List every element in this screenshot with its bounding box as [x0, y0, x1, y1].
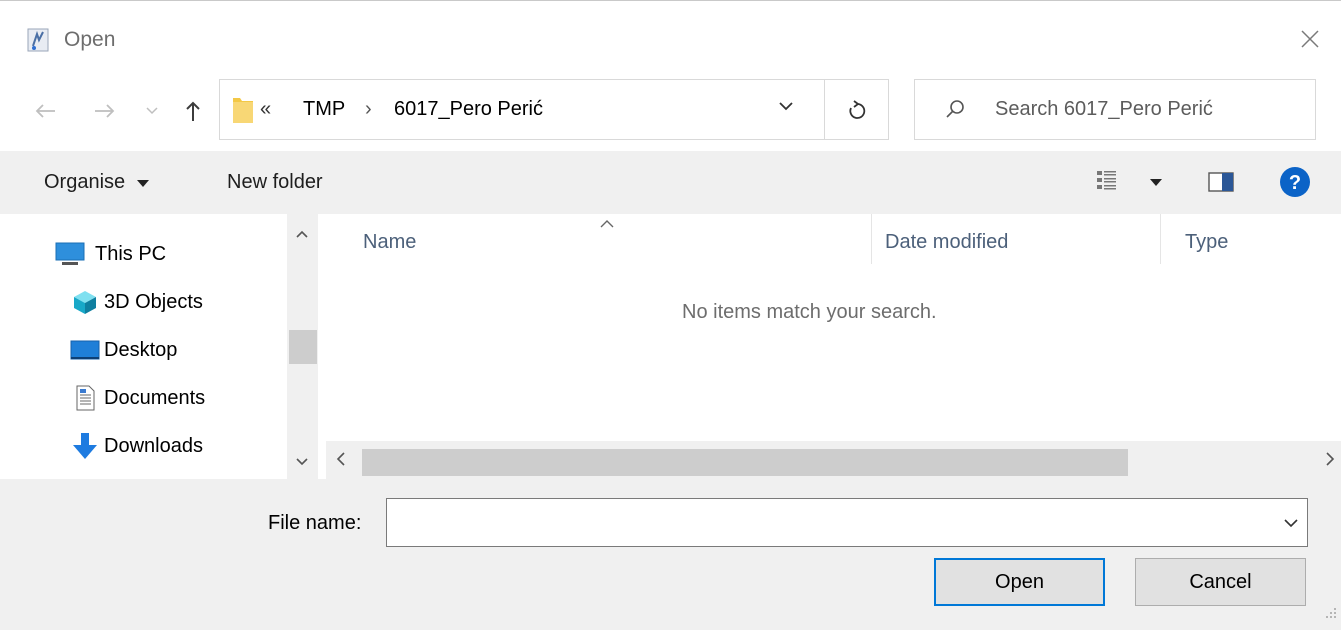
file-name-dropdown-button[interactable] — [1283, 516, 1299, 534]
address-dropdown-button[interactable] — [778, 98, 794, 119]
search-icon — [945, 99, 965, 124]
chevron-down-icon — [296, 458, 308, 466]
new-folder-button[interactable]: New folder — [227, 171, 323, 194]
breadcrumb-separator: › — [365, 98, 372, 120]
organise-label: Organise — [44, 171, 126, 193]
column-header-date-modified[interactable]: Date modified — [885, 231, 1008, 254]
breadcrumb-item-current[interactable]: 6017_Pero Perić — [394, 98, 543, 121]
open-button[interactable]: Open — [934, 558, 1105, 606]
sidebar-item-label: This PC — [95, 242, 167, 265]
sidebar-item-label: Downloads — [104, 434, 203, 457]
forward-arrow-icon — [95, 104, 115, 118]
preview-pane-button[interactable] — [1204, 167, 1238, 202]
this-pc-icon — [53, 241, 87, 267]
organise-button[interactable]: Organise — [44, 171, 149, 194]
resize-grip-icon[interactable] — [1323, 605, 1337, 624]
svg-text:?: ? — [1289, 172, 1301, 194]
sidebar-scrollbar[interactable] — [287, 214, 318, 479]
scroll-thumb[interactable] — [362, 449, 1128, 476]
3d-objects-icon — [68, 289, 102, 315]
sidebar-item-label: 3D Objects — [104, 290, 203, 313]
sort-ascending-icon — [600, 216, 614, 234]
cancel-button[interactable]: Cancel — [1135, 558, 1306, 606]
scroll-left-button[interactable] — [336, 452, 346, 471]
column-header-name[interactable]: Name — [363, 231, 416, 254]
chevron-down-icon — [146, 107, 158, 115]
help-icon: ? — [1280, 167, 1310, 197]
back-arrow-icon — [35, 104, 55, 118]
column-header-type[interactable]: Type — [1185, 231, 1228, 254]
recent-locations-button[interactable] — [140, 93, 164, 129]
search-placeholder: Search 6017_Pero Perić — [995, 98, 1213, 120]
file-name-label: File name: — [268, 512, 362, 534]
chevron-right-icon — [1326, 452, 1335, 466]
close-button[interactable] — [1287, 19, 1333, 59]
column-divider[interactable] — [1160, 214, 1161, 264]
folder-icon — [232, 94, 254, 129]
open-dialog: Open « TMP › 6017_Pero Perić Search 6017… — [0, 0, 1341, 630]
search-input[interactable]: Search 6017_Pero Perić — [914, 79, 1316, 140]
navigation-pane: This PC 3D Objects Desktop Documents Dow… — [0, 214, 287, 479]
sidebar-item-3d-objects[interactable]: 3D Objects — [68, 284, 203, 320]
column-divider[interactable] — [871, 214, 872, 264]
documents-icon — [68, 385, 102, 411]
empty-message: No items match your search. — [682, 301, 937, 323]
caret-down-icon — [136, 180, 149, 187]
scroll-thumb[interactable] — [289, 330, 317, 364]
chevron-down-icon — [779, 102, 793, 111]
command-toolbar: Organise New folder ? — [0, 151, 1341, 214]
horizontal-scrollbar[interactable] — [326, 441, 1341, 479]
up-arrow-icon — [186, 101, 200, 121]
breadcrumb-overflow[interactable]: « — [260, 98, 271, 121]
up-button[interactable] — [178, 93, 208, 129]
refresh-button[interactable] — [825, 79, 889, 140]
app-icon — [27, 28, 49, 52]
back-button[interactable] — [28, 93, 62, 129]
window-title: Open — [64, 28, 116, 51]
sidebar-item-this-pc[interactable]: This PC — [53, 236, 166, 272]
view-options-icon — [1097, 171, 1162, 190]
downloads-icon — [68, 433, 102, 459]
chevron-down-icon — [1284, 519, 1298, 528]
file-list: Name Date modified Type No items match y… — [318, 214, 1341, 479]
chevron-up-icon — [296, 230, 308, 238]
desktop-icon — [68, 337, 102, 363]
view-options-button[interactable] — [1095, 167, 1165, 202]
title-bar: Open — [0, 1, 1341, 79]
close-icon — [1301, 30, 1319, 48]
navigation-bar: « TMP › 6017_Pero Perić Search 6017_Pero… — [0, 79, 1341, 151]
scroll-right-button[interactable] — [1325, 452, 1335, 471]
chevron-left-icon — [336, 452, 345, 466]
scroll-up-button[interactable] — [296, 226, 308, 244]
sidebar-item-documents[interactable]: Documents — [68, 380, 205, 416]
sidebar-item-desktop[interactable]: Desktop — [68, 332, 177, 368]
forward-button[interactable] — [88, 93, 122, 129]
sidebar-item-downloads[interactable]: Downloads — [68, 428, 203, 464]
file-name-field[interactable] — [386, 498, 1308, 547]
sidebar-item-label: Desktop — [104, 338, 178, 361]
preview-pane-icon — [1208, 172, 1234, 192]
help-button[interactable]: ? — [1279, 166, 1311, 203]
refresh-icon — [848, 99, 865, 119]
breadcrumb-item-tmp[interactable]: TMP — [303, 98, 345, 121]
address-bar[interactable]: « TMP › 6017_Pero Perić — [219, 79, 825, 140]
sidebar-item-label: Documents — [104, 386, 206, 409]
scroll-down-button[interactable] — [296, 454, 308, 472]
